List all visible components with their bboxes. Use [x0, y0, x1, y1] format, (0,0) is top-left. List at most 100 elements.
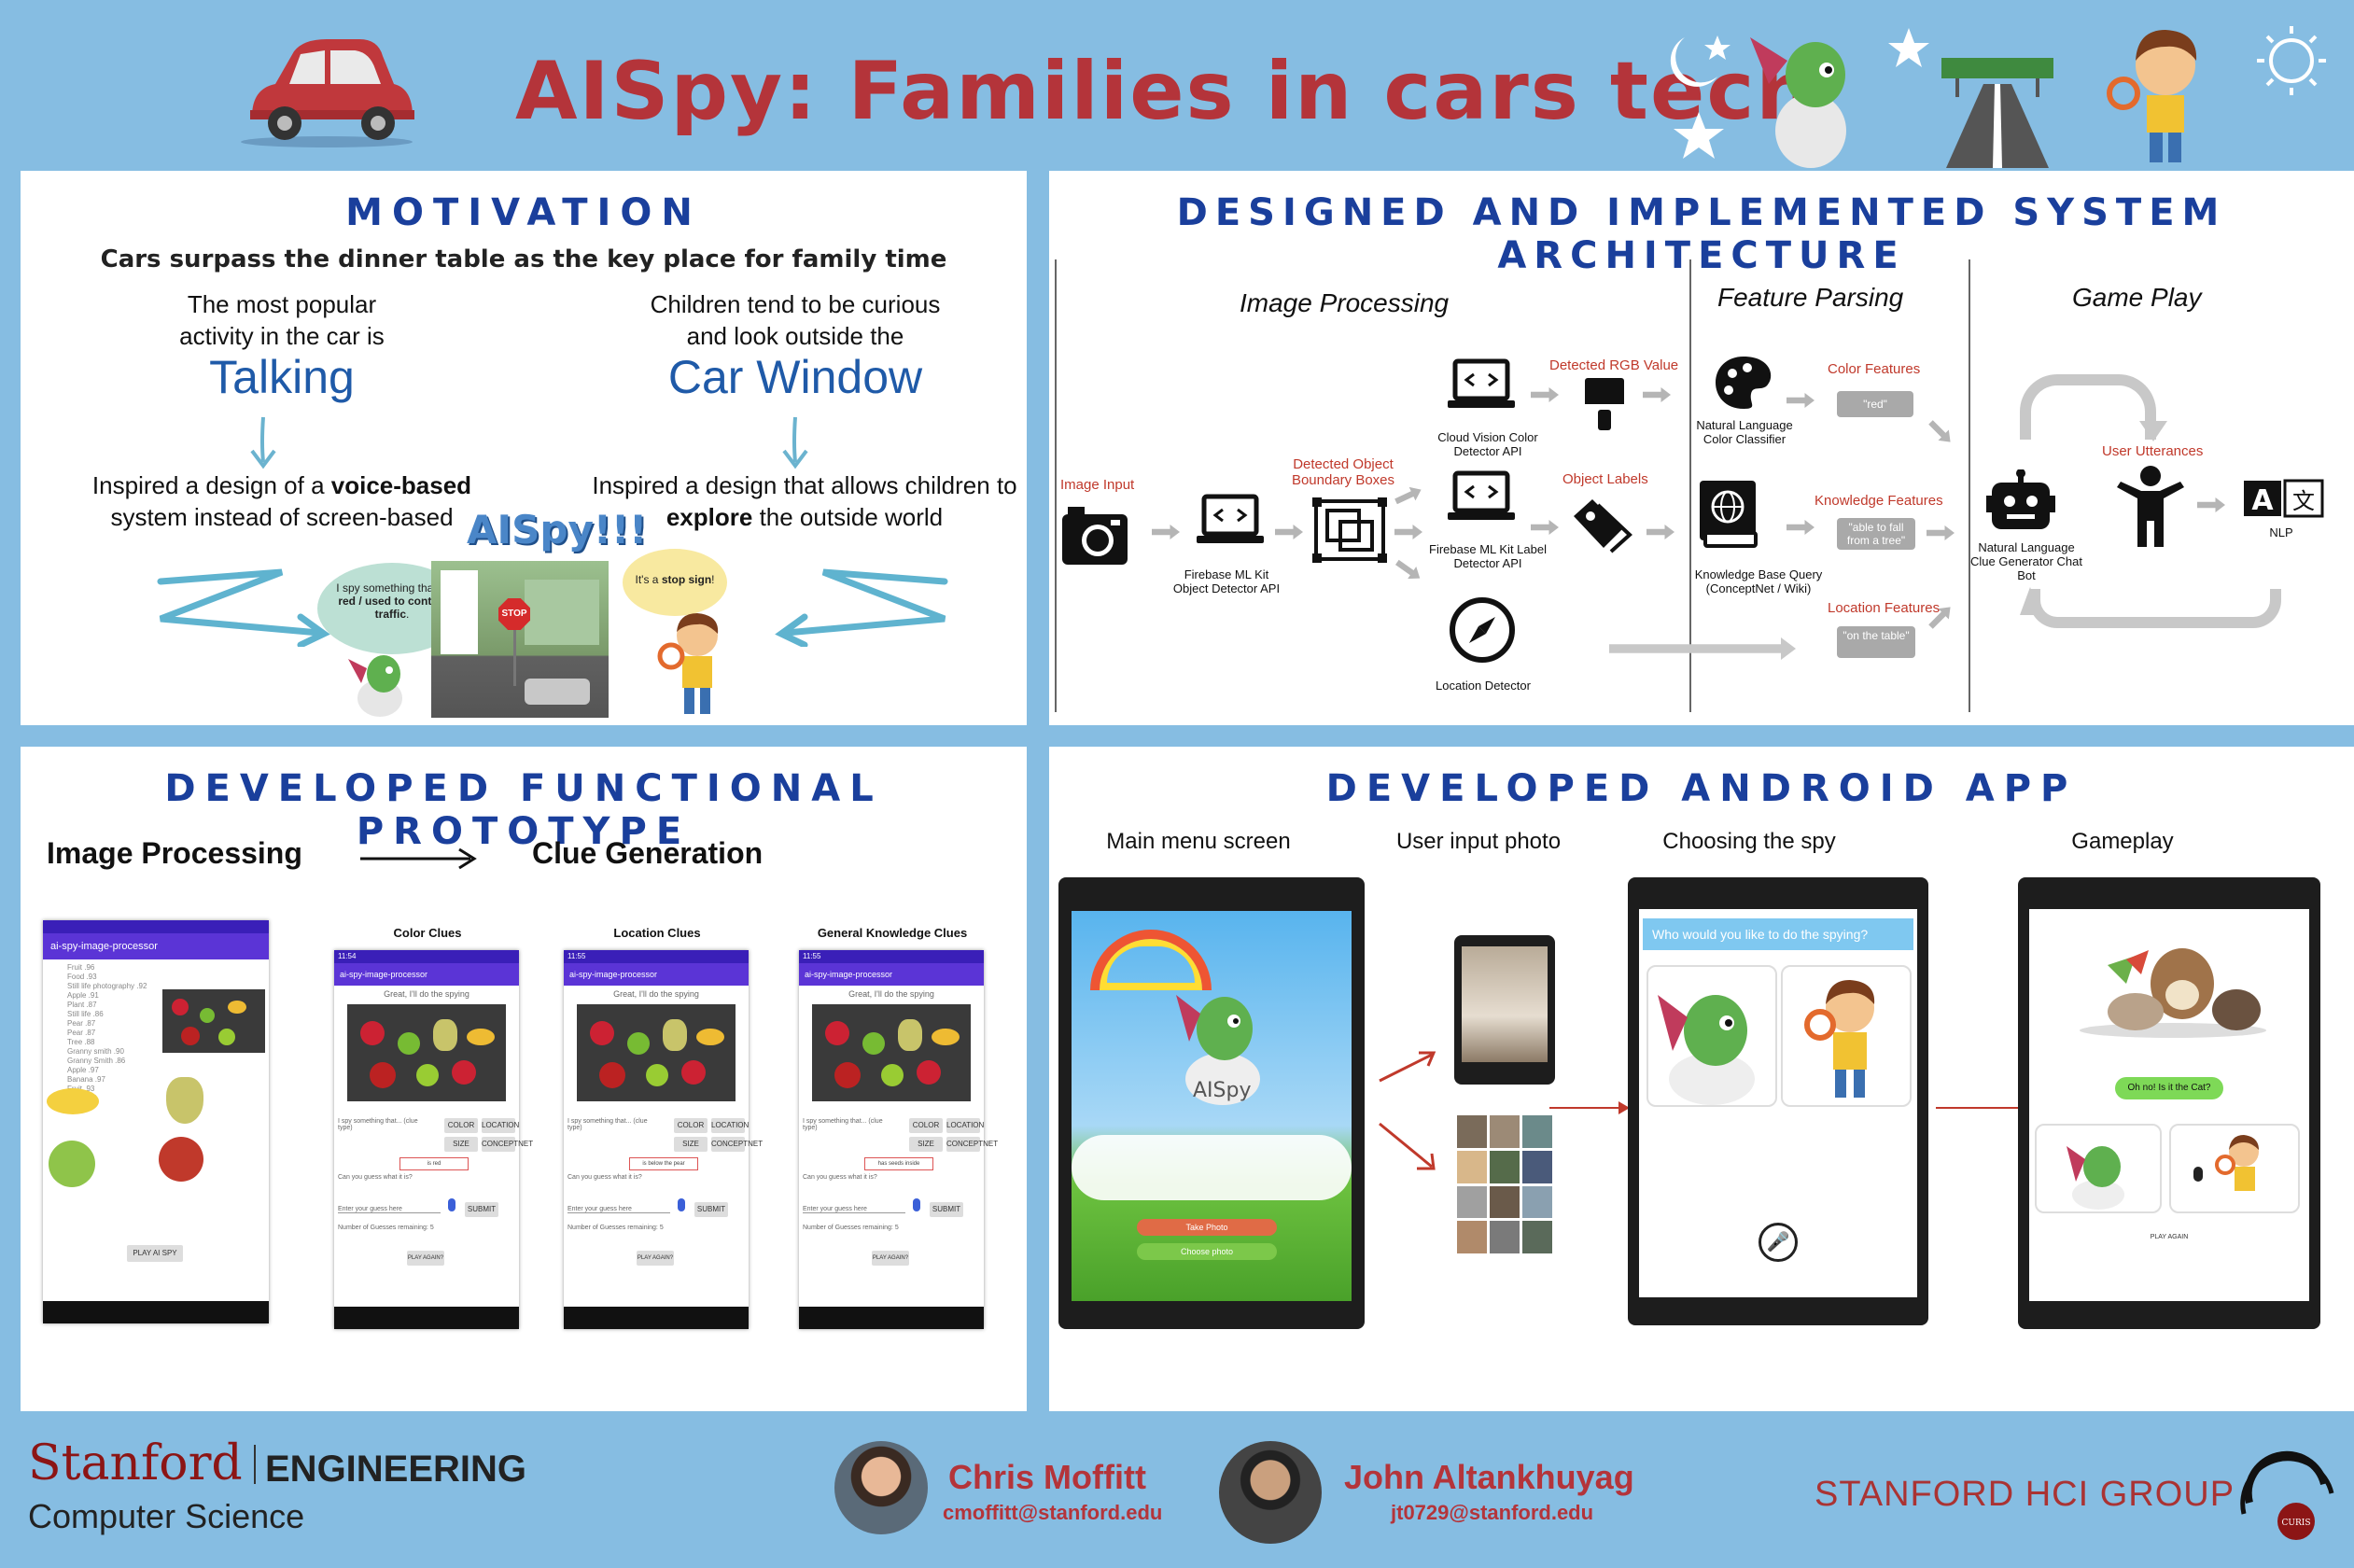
color-clue-button[interactable]: COLOR [674, 1118, 708, 1133]
arrow-13 [2197, 497, 2225, 512]
user-utterances-label: User Utterances [2102, 443, 2204, 459]
cloud-vision-label: Cloud Vision Color Detector API [1437, 430, 1538, 458]
location-clue-button[interactable]: LOCATION [711, 1118, 749, 1133]
status-bar: 11:54 [334, 950, 519, 963]
play-again-button[interactable]: PLAY AGAIN? [637, 1251, 674, 1266]
choose-photo-button[interactable]: Choose photo [1137, 1243, 1277, 1260]
guesses-left: Number of Guesses remaining: 5 [338, 1225, 434, 1231]
svg-text:文: 文 [2292, 488, 2315, 514]
conceptnet-clue-button[interactable]: CONCEPTNET [946, 1137, 998, 1152]
nav-bar [564, 1307, 749, 1329]
down-arrow-left [245, 415, 282, 476]
object-labels-label: Object Labels [1562, 471, 1648, 487]
left-result: Inspired a design of a voice-based [91, 471, 472, 499]
take-photo-button[interactable]: Take Photo [1137, 1219, 1277, 1236]
size-clue-button[interactable]: SIZE [444, 1137, 478, 1152]
play-again-label[interactable]: PLAY AGAIN [2132, 1234, 2207, 1240]
play-again-button[interactable]: PLAY AGAIN? [407, 1251, 444, 1266]
size-clue-button[interactable]: SIZE [674, 1137, 708, 1152]
location-clue-button[interactable]: LOCATION [946, 1118, 984, 1133]
long-arrow-location [1609, 637, 1796, 660]
dragon-egg-icon [343, 642, 417, 721]
submit-button[interactable]: SUBMIT [694, 1202, 728, 1217]
author1-email[interactable]: cmoffitt@stanford.edu [943, 1501, 1162, 1525]
pets-photo [2070, 937, 2276, 1040]
submit-button[interactable]: SUBMIT [465, 1202, 498, 1217]
arrow-1 [1152, 525, 1180, 539]
aispy-logo-text: AISpy!!! [467, 507, 648, 553]
guesses-left: Number of Guesses remaining: 5 [803, 1225, 899, 1231]
col-image-processing: Image Processing [1240, 288, 1450, 317]
author2-email[interactable]: jt0729@stanford.edu [1391, 1501, 1593, 1525]
main-menu-tablet: AISpy Take Photo Choose photo [1058, 877, 1365, 1329]
color-clue-button[interactable]: COLOR [909, 1118, 943, 1133]
i-spy-text: I spy something that... (clue type) [803, 1118, 883, 1131]
gameplay-dragon-card[interactable] [2035, 1124, 2162, 1213]
stop-sign-photo: STOP [431, 561, 609, 718]
label-detector-label: Firebase ML Kit Label Detector API [1429, 542, 1547, 570]
app-logo: AISpy [1193, 1079, 1252, 1102]
size-clue-button[interactable]: SIZE [909, 1137, 943, 1152]
android-panel: DEVELOPED ANDROID APP Main menu screen U… [1049, 747, 2354, 1411]
clue-phone: 11:54 ai-spy-image-processor Great, I'll… [334, 950, 533, 1329]
camera-input-phone [1454, 935, 1555, 1085]
table-pill: "on the table" [1837, 626, 1915, 658]
arrow-10 [1787, 520, 1815, 535]
car-illustration [233, 28, 420, 149]
firebase-object-label: Firebase ML Kit Object Detector API [1172, 567, 1281, 595]
status-bar: 11:55 [799, 950, 984, 963]
fruit-photo [162, 989, 265, 1053]
camera-icon [1060, 505, 1129, 571]
boy-choice-card[interactable] [1781, 965, 1912, 1107]
clue-app-bar: ai-spy-image-processor [564, 963, 749, 986]
play-ai-spy-button[interactable]: PLAY AI SPY [127, 1245, 183, 1262]
submit-button[interactable]: SUBMIT [930, 1202, 963, 1217]
fruit-photo [347, 1004, 506, 1101]
color-features-label: Color Features [1828, 361, 1921, 377]
right-result-line2: explore the outside world [666, 503, 944, 531]
left-line2: activity in the car is [179, 322, 385, 350]
color-clue-button[interactable]: COLOR [444, 1118, 478, 1133]
clue-screen-title: Color Clues [393, 926, 462, 940]
guess-input[interactable]: Enter your guess here [338, 1206, 441, 1213]
arrow-to-gallery [1376, 1120, 1441, 1181]
arrow-11 [1927, 525, 1955, 540]
laptop-code-icon [1446, 357, 1517, 418]
apple-crop [49, 1141, 95, 1187]
poster-title: AISpy: Families in cars tech [515, 45, 1815, 138]
mic-icon[interactable] [913, 1198, 920, 1211]
curis-text: CURIS [2282, 1519, 2311, 1528]
architecture-panel: DESIGNED AND IMPLEMENTED SYSTEM ARCHITEC… [1049, 171, 2354, 725]
great-text: Great, I'll do the spying [384, 989, 469, 999]
image-processing-label: Image Processing [47, 836, 302, 870]
clue-screen-title: Location Clues [613, 926, 701, 940]
guess-input[interactable]: Enter your guess here [567, 1206, 670, 1213]
mic-icon[interactable] [678, 1198, 685, 1211]
mic-icon[interactable] [448, 1198, 455, 1211]
dragon-choice-card[interactable] [1646, 965, 1777, 1107]
avatar [834, 1441, 928, 1534]
arrow-5 [1643, 387, 1671, 402]
author2-name: John Altankhuyag [1344, 1458, 1634, 1496]
play-again-button[interactable]: PLAY AGAIN? [872, 1251, 909, 1266]
knowledge-features-label: Knowledge Features [1815, 493, 1943, 509]
tag-icon [1570, 497, 1635, 558]
clue-phone: 11:55 ai-spy-image-processor Great, I'll… [799, 950, 998, 1329]
location-features-label: Location Features [1828, 600, 1941, 616]
gameplay-boy-card[interactable] [2169, 1124, 2300, 1213]
conceptnet-clue-button[interactable]: CONCEPTNET [482, 1137, 533, 1152]
image-input-label: Image Input [1060, 477, 1135, 493]
conceptnet-clue-button[interactable]: CONCEPTNET [711, 1137, 763, 1152]
divider-mid2 [1969, 259, 1970, 712]
loop-arrow-top [2020, 374, 2156, 440]
clue-generation-label: Clue Generation [532, 836, 764, 870]
clue-answer: has seeds inside [864, 1157, 933, 1170]
location-clue-button[interactable]: LOCATION [482, 1118, 519, 1133]
guess-input[interactable]: Enter your guess here [803, 1206, 905, 1213]
arrow-3b [1394, 525, 1422, 539]
arrow-8 [1787, 393, 1815, 408]
avatar [1219, 1441, 1322, 1544]
gameplay-tablet: Oh no! Is it the Cat? PLAY AGAIN [2018, 877, 2320, 1329]
mic-button[interactable]: 🎤 [1758, 1223, 1798, 1262]
guesses-left: Number of Guesses remaining: 5 [567, 1225, 664, 1231]
